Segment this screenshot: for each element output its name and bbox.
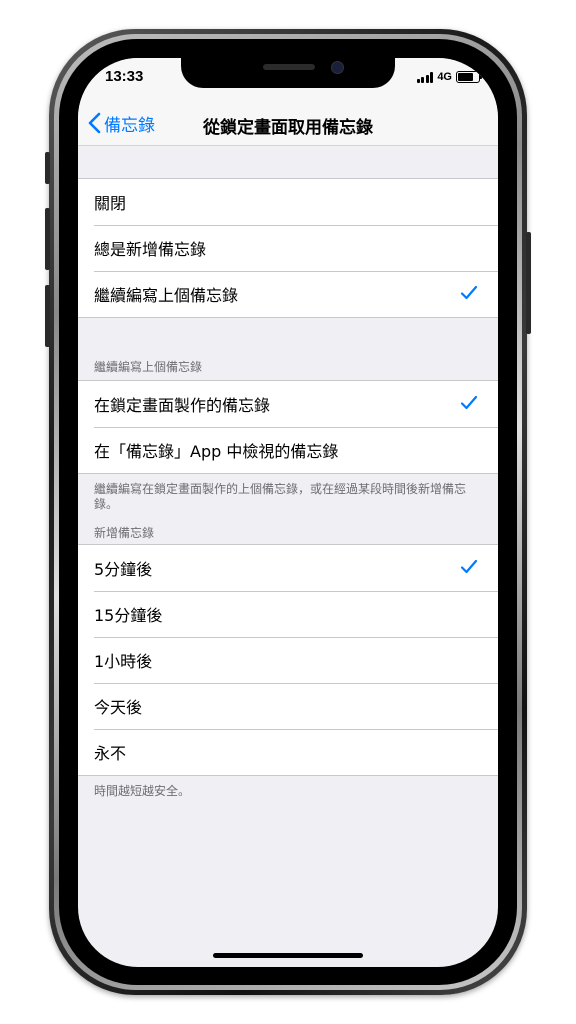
section-header-new-note: 新增備忘錄 xyxy=(94,526,155,540)
network-type: 4G xyxy=(437,71,452,83)
battery-fill xyxy=(458,73,474,81)
resume-footer: 繼續編寫在鎖定畫面製作的上個備忘錄，或在經過某段時間後新增備忘錄。 xyxy=(94,482,467,511)
option-row[interactable]: 15分鐘後 xyxy=(78,591,498,637)
option-row[interactable]: 在鎖定畫面製作的備忘錄 xyxy=(78,381,498,427)
new-note-footer: 時間越短越安全。 xyxy=(94,784,191,798)
option-row[interactable]: 關閉 xyxy=(78,179,498,225)
option-row[interactable]: 今天後 xyxy=(78,683,498,729)
option-label: 總是新增備忘錄 xyxy=(94,240,207,259)
option-row[interactable]: 1小時後 xyxy=(78,637,498,683)
option-row[interactable]: 繼續編寫上個備忘錄 xyxy=(78,271,498,317)
new-note-options-group: 5分鐘後 15分鐘後 1小時後今天後永不 xyxy=(78,544,498,776)
status-time: 13:33 xyxy=(105,68,144,85)
option-label: 1小時後 xyxy=(94,652,153,671)
option-label: 關閉 xyxy=(94,194,127,213)
home-indicator[interactable] xyxy=(213,953,363,958)
status-indicators: 4G xyxy=(416,70,482,84)
battery-icon xyxy=(456,71,482,83)
access-options-group: 關閉總是新增備忘錄繼續編寫上個備忘錄 xyxy=(78,178,498,318)
settings-content: 關閉總是新增備忘錄繼續編寫上個備忘錄 繼續編寫上個備忘錄 在鎖定畫面製作的備忘錄… xyxy=(78,146,498,799)
top-spacer xyxy=(78,146,498,178)
silent-switch xyxy=(45,152,50,184)
option-row[interactable]: 永不 xyxy=(78,729,498,775)
front-camera xyxy=(331,61,344,74)
notch xyxy=(181,58,395,88)
option-label: 今天後 xyxy=(94,698,143,717)
section-header-resume: 繼續編寫上個備忘錄 xyxy=(94,360,203,374)
checkmark-icon xyxy=(460,559,478,574)
option-label: 15分鐘後 xyxy=(94,606,163,625)
power-button xyxy=(526,232,531,334)
option-row[interactable]: 總是新增備忘錄 xyxy=(78,225,498,271)
navigation-bar: 備忘錄 從鎖定畫面取用備忘錄 xyxy=(78,102,498,146)
resume-options-group: 在鎖定畫面製作的備忘錄在「備忘錄」App 中檢視的備忘錄 xyxy=(78,380,498,474)
page-title: 從鎖定畫面取用備忘錄 xyxy=(203,118,373,138)
signal-icon xyxy=(416,71,434,83)
checkmark-icon xyxy=(460,285,478,300)
volume-up-button xyxy=(45,208,50,270)
volume-down-button xyxy=(45,285,50,347)
option-label: 永不 xyxy=(94,744,127,763)
option-row[interactable]: 5分鐘後 xyxy=(78,545,498,591)
option-label: 繼續編寫上個備忘錄 xyxy=(94,286,239,305)
speaker-grille xyxy=(263,64,315,70)
option-row[interactable]: 在「備忘錄」App 中檢視的備忘錄 xyxy=(78,427,498,473)
checkmark-icon xyxy=(460,395,478,410)
phone-screen: 13:33 4G 備忘錄 從鎖定畫面取用備忘錄 關閉總是新增備忘錄繼續編寫上個備… xyxy=(78,58,498,967)
option-label: 5分鐘後 xyxy=(94,560,153,579)
option-label: 在「備忘錄」App 中檢視的備忘錄 xyxy=(94,442,339,461)
option-label: 在鎖定畫面製作的備忘錄 xyxy=(94,396,271,415)
